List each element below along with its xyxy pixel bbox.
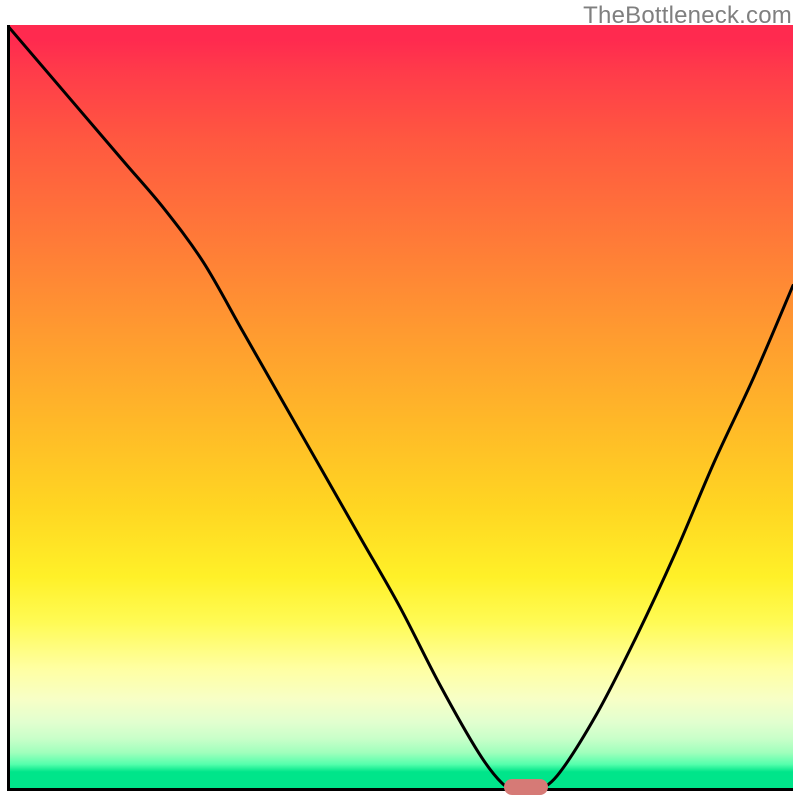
chart-stage: TheBottleneck.com xyxy=(0,0,800,800)
bottleneck-curve xyxy=(7,25,793,791)
optimal-point-marker xyxy=(504,779,548,795)
curve-path xyxy=(7,25,793,791)
